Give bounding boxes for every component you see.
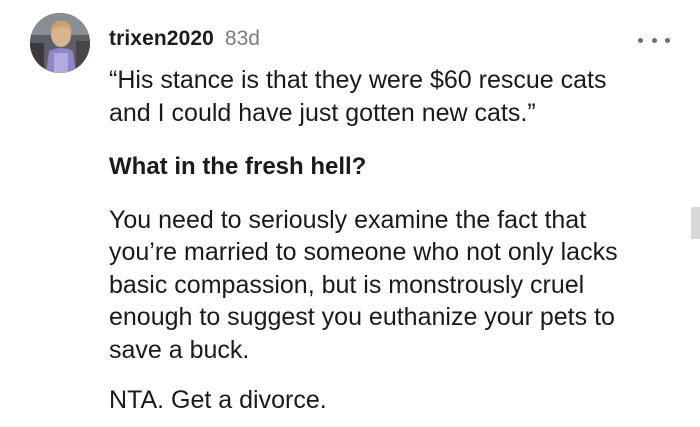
quote-line: and I could have just gotten new cats.”: [109, 98, 536, 127]
paragraph-line: basic compassion, but is monstrously cru…: [109, 270, 585, 299]
quote-line: “His stance is that they were $60 rescue…: [109, 66, 607, 94]
bold-paragraph: What in the fresh hell?: [109, 153, 367, 180]
quote-paragraph: “His stance is that they were $60 rescue…: [109, 64, 679, 129]
username-link[interactable]: trixen2020: [109, 27, 214, 51]
paragraph-line: save a buck.: [109, 335, 250, 364]
scrollbar-thumb[interactable]: [691, 207, 700, 239]
avatar-image: [30, 13, 90, 73]
closing-paragraph: NTA. Get a divorce.: [109, 386, 327, 414]
main-paragraph: You need to seriously examine the fact t…: [109, 204, 679, 367]
comment-age: 83d: [224, 27, 260, 50]
paragraph-line: You need to seriously examine the fact t…: [109, 205, 587, 234]
more-horizontal-icon[interactable]: [638, 34, 670, 46]
more-dot: [638, 37, 643, 43]
more-dot: [651, 37, 657, 43]
paragraph-line: enough to suggest you euthanize your pet…: [109, 303, 615, 331]
comment: trixen2020 83d “His stance is that they …: [0, 0, 700, 427]
paragraph-line: you’re married to someone who not only l…: [109, 238, 618, 266]
more-dot: [665, 37, 670, 43]
comment-body: “His stance is that they were $60 rescue…: [109, 64, 679, 417]
comment-header: trixen2020 83d: [109, 27, 260, 51]
user-avatar[interactable]: [30, 13, 90, 73]
